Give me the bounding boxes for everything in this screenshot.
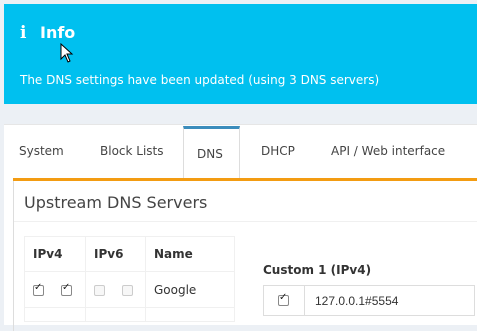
mouse-cursor-icon (60, 43, 74, 63)
custom-1-ipv4-label: Custom 1 (IPv4) (263, 263, 372, 277)
alert-title: Info (40, 23, 76, 42)
info-alert: i Info The DNS settings have been update… (4, 4, 477, 104)
info-icon: i (20, 23, 27, 43)
box-border (13, 181, 14, 331)
settings-tabs: System Block Lists DNS DHCP API / Web in… (4, 125, 477, 179)
settings-panel: System Block Lists DNS DHCP API / Web in… (4, 124, 477, 331)
custom-1-ipv4-input[interactable] (305, 286, 473, 315)
ipv4-cell (24, 271, 86, 308)
upstream-dns-title: Upstream DNS Servers (24, 193, 208, 212)
table-row (24, 307, 235, 322)
custom-1-checkbox-cell (264, 286, 305, 315)
tab-api-web-interface[interactable]: API / Web interface (331, 135, 445, 167)
tab-dns[interactable]: DNS (183, 126, 240, 179)
column-header-ipv6: IPv6 (85, 236, 146, 272)
tab-system[interactable]: System (19, 135, 64, 167)
provider-name: Google (145, 271, 235, 308)
google-ipv6-secondary-checkbox[interactable] (122, 284, 133, 296)
google-ipv4-primary-checkbox[interactable] (33, 282, 44, 296)
box-accent-bar (13, 178, 477, 181)
ipv6-cell (85, 271, 146, 308)
box-divider (14, 221, 477, 222)
tab-dhcp[interactable]: DHCP (261, 135, 295, 167)
alert-message: The DNS settings have been updated (usin… (20, 73, 380, 87)
google-ipv6-primary-checkbox[interactable] (94, 284, 105, 296)
tab-block-lists[interactable]: Block Lists (100, 135, 164, 167)
google-ipv4-secondary-checkbox[interactable] (61, 282, 72, 296)
custom-1-checkbox[interactable] (278, 292, 289, 306)
custom-1-ipv4-row (263, 285, 475, 316)
column-header-ipv4: IPv4 (24, 236, 86, 272)
upstream-dns-table: IPv4 IPv6 Name Google (24, 236, 235, 322)
column-header-name: Name (145, 236, 235, 272)
table-row: Google (24, 271, 235, 308)
